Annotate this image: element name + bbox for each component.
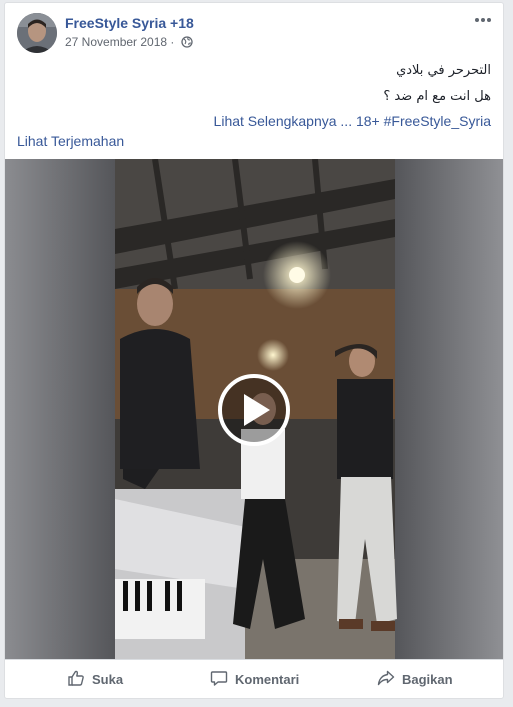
- post-text-line-2: هل انت مع ام ضد ؟: [383, 89, 491, 104]
- like-button[interactable]: Suka: [67, 660, 124, 698]
- avatar[interactable]: [17, 13, 57, 53]
- post-actions-bar: Suka Komentari Bagikan: [5, 659, 503, 698]
- like-icon: [67, 669, 85, 690]
- video-player[interactable]: [5, 159, 503, 659]
- post-text-line-1: التحرحر في بلادي: [396, 63, 491, 78]
- author-name[interactable]: FreeStyle Syria +18: [65, 15, 194, 31]
- share-button[interactable]: Bagikan: [377, 660, 453, 698]
- see-more-link[interactable]: Lihat Selengkapnya ... 18+ #FreeStyle_Sy…: [214, 113, 491, 129]
- like-label: Suka: [92, 672, 124, 687]
- comment-icon: [210, 669, 228, 690]
- more-options-icon[interactable]: [473, 13, 493, 27]
- see-translation-link[interactable]: Lihat Terjemahan: [17, 133, 124, 149]
- comment-label: Komentari: [235, 672, 300, 687]
- post-card: FreeStyle Syria +18 27 November 2018 · ا…: [4, 2, 504, 699]
- globe-icon[interactable]: [181, 36, 193, 51]
- play-icon[interactable]: [218, 374, 290, 446]
- video-thumbnail: [5, 159, 503, 659]
- share-label: Bagikan: [402, 672, 453, 687]
- share-icon: [377, 669, 395, 690]
- post-meta: 27 November 2018 ·: [65, 35, 193, 51]
- post-date[interactable]: 27 November 2018 ·: [65, 35, 174, 49]
- comment-button[interactable]: Komentari: [210, 660, 300, 698]
